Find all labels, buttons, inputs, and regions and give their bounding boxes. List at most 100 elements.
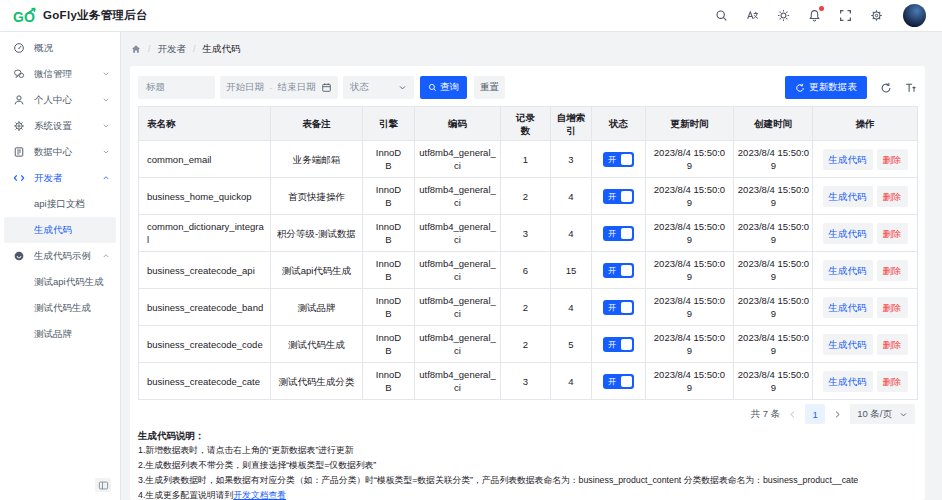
generate-code-button[interactable]: 生成代码 [823,297,873,318]
breadcrumb: / 开发者 / 生成代码 [121,32,942,66]
table-row-2: common_dictionary_integral积分等级-测试数据InnoD… [139,215,918,252]
reset-button[interactable]: 重置 [474,76,505,99]
home-icon[interactable] [131,44,141,54]
cell-auto-index: 4 [551,178,592,215]
column-header-2: 引擎 [363,107,415,141]
prev-page-icon[interactable] [788,410,797,419]
delete-button[interactable]: 删除 [877,334,908,355]
cell-encoding: utf8mb4_general_ci [415,363,501,400]
generate-code-button[interactable]: 生成代码 [823,186,873,207]
cell-status: 开 [592,215,646,252]
dev-docs-link[interactable]: 开发文档查看 [233,490,286,500]
sidebar-item-9[interactable]: 测试api代码生成 [0,269,120,295]
cell-actions: 生成代码删除 [813,363,918,400]
status-toggle[interactable]: 开 [603,189,634,204]
generate-code-button[interactable]: 生成代码 [823,334,873,355]
sidebar-item-4[interactable]: 数据中心 [0,139,120,165]
demo-icon [13,250,25,262]
page-size-select[interactable]: 10 条/页 [850,404,915,424]
cell-actions: 生成代码删除 [813,252,918,289]
translate-icon[interactable] [746,9,759,22]
pagination: 共 7 条 1 10 条/页 [138,400,917,428]
generate-code-button[interactable]: 生成代码 [823,260,873,281]
cell-comment: 测试代码生成分类 [271,363,363,400]
collapse-icon [98,480,109,491]
pagination-total: 共 7 条 [751,408,781,421]
chevron-down-icon [899,410,908,419]
sidebar-item-label: 生成代码示例 [34,250,102,263]
status-toggle[interactable]: 开 [603,374,634,389]
sidebar-item-3[interactable]: 系统设置 [0,113,120,139]
chevron-down-icon [102,148,110,156]
cell-updated: 2023/8/4 15:50:09 [646,141,734,178]
settings-icon[interactable] [870,9,883,22]
delete-button[interactable]: 删除 [877,260,908,281]
delete-button[interactable]: 删除 [877,223,908,244]
fullscreen-icon[interactable] [839,9,852,22]
page-number[interactable]: 1 [805,404,825,424]
breadcrumb-item[interactable]: 开发者 [158,43,187,56]
content-card: 标题 开始日期 - 结束日期 状态 查询 重置 更 [130,66,925,500]
generate-code-button[interactable]: 生成代码 [823,149,873,170]
sidebar-item-label: 测试品牌 [34,328,110,341]
sidebar-item-1[interactable]: 微信管理 [0,61,120,87]
cell-status: 开 [592,252,646,289]
notification-icon[interactable] [808,9,821,22]
sidebar-item-0[interactable]: 概况 [0,35,120,61]
search-button[interactable]: 查询 [420,76,467,99]
update-tables-button[interactable]: 更新数据表 [785,76,867,99]
chevron-down-icon [102,96,110,104]
sidebar-collapse-button[interactable] [95,478,111,492]
sidebar-item-5[interactable]: 开发者 [0,165,120,191]
dashboard-icon [13,42,25,54]
date-start-placeholder: 开始日期 [226,81,264,94]
status-toggle[interactable]: 开 [603,226,634,241]
cell-updated: 2023/8/4 15:50:09 [646,252,734,289]
sidebar-item-7[interactable]: 生成代码 [4,217,116,243]
delete-button[interactable]: 删除 [877,297,908,318]
filter-toolbar: 标题 开始日期 - 结束日期 状态 查询 重置 更 [138,76,917,99]
column-header-3: 编码 [415,107,501,141]
cell-table-name: business_home_quickop [139,178,271,215]
column-header-1: 表备注 [271,107,363,141]
search-icon[interactable] [715,9,728,22]
theme-icon[interactable] [777,9,790,22]
cell-comment: 首页快捷操作 [271,178,363,215]
generate-code-button[interactable]: 生成代码 [823,223,873,244]
delete-button[interactable]: 删除 [877,186,908,207]
sidebar-menu: 概况微信管理个人中心系统设置数据中心开发者api接口文档生成代码生成代码示例测试… [0,35,120,347]
sidebar-item-11[interactable]: 测试品牌 [0,321,120,347]
status-toggle[interactable]: 开 [603,152,634,167]
top-bar: GO GoFly业务管理后台 [0,0,942,32]
sidebar-item-label: 数据中心 [34,146,102,159]
cell-updated: 2023/8/4 15:50:09 [646,178,734,215]
font-size-icon[interactable] [905,82,917,94]
sidebar-item-label: 微信管理 [34,68,102,81]
app-title: GoFly业务管理后台 [43,8,148,23]
status-toggle[interactable]: 开 [603,337,634,352]
status-toggle[interactable]: 开 [603,300,634,315]
status-select[interactable]: 状态 [343,76,414,99]
cell-engine: InnoDB [363,215,415,252]
date-range-picker[interactable]: 开始日期 - 结束日期 [220,76,338,99]
sidebar-item-10[interactable]: 测试代码生成 [0,295,120,321]
status-toggle[interactable]: 开 [603,263,634,278]
cell-engine: InnoDB [363,141,415,178]
delete-button[interactable]: 删除 [877,371,908,392]
sidebar-item-6[interactable]: api接口文档 [0,191,120,217]
column-header-9: 操作 [813,107,918,141]
title-input[interactable]: 标题 [138,76,215,99]
cell-created: 2023/8/4 15:50:09 [734,289,813,326]
generate-code-button[interactable]: 生成代码 [823,371,873,392]
sidebar-item-label: 概况 [34,42,110,55]
calendar-icon [321,82,332,93]
sidebar-item-2[interactable]: 个人中心 [0,87,120,113]
cell-encoding: utf8mb4_general_ci [415,326,501,363]
refresh-icon[interactable] [880,82,892,94]
sidebar-item-label: 测试代码生成 [34,302,110,315]
delete-button[interactable]: 删除 [877,149,908,170]
next-page-icon[interactable] [833,410,842,419]
user-avatar[interactable] [903,4,926,27]
sidebar-item-8[interactable]: 生成代码示例 [0,243,120,269]
cell-records: 2 [501,289,551,326]
